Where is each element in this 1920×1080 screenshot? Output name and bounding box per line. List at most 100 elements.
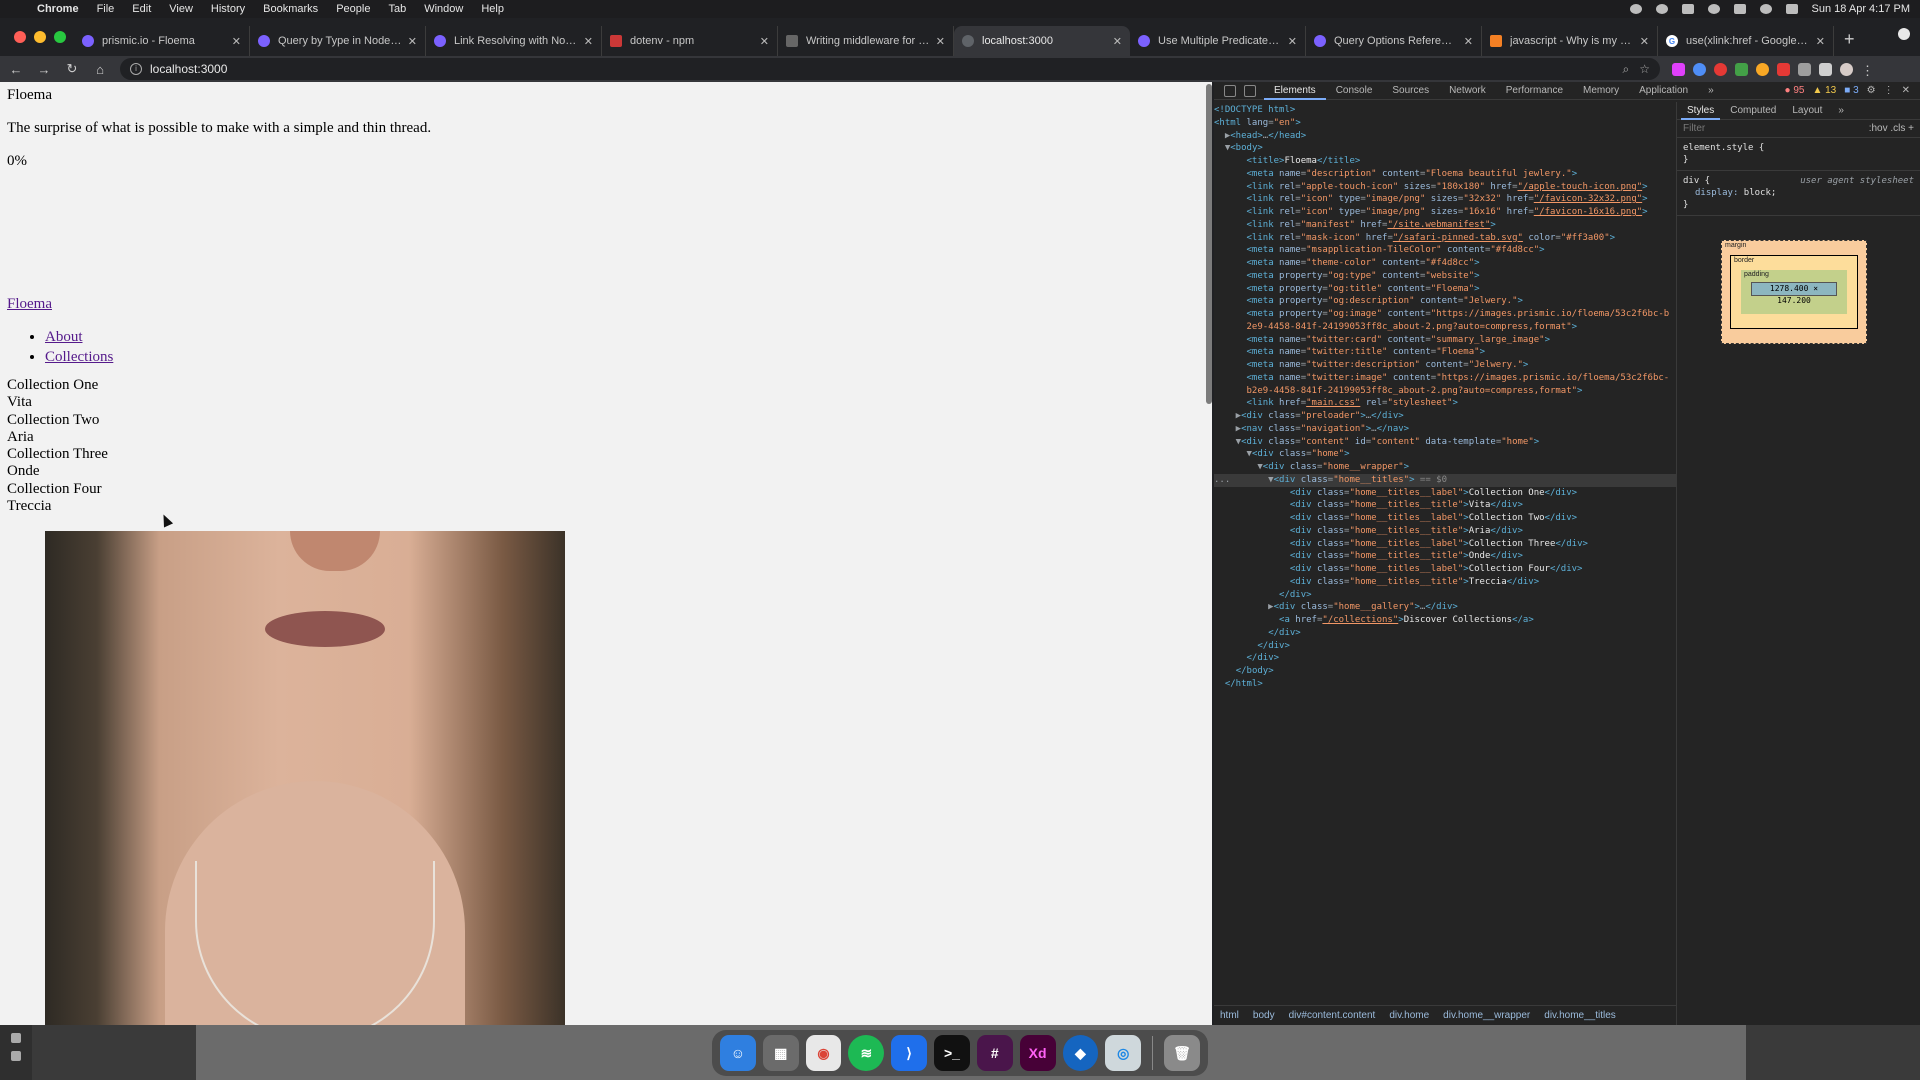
close-devtools-icon[interactable]: ✕ <box>1902 85 1910 96</box>
dom-line[interactable]: <div class="home__titles__label">Collect… <box>1214 563 1676 576</box>
dom-line[interactable]: <a href="/collections">Discover Collecti… <box>1214 614 1676 627</box>
menu-file[interactable]: File <box>97 3 115 15</box>
dom-line[interactable]: <link rel="manifest" href="/site.webmani… <box>1214 219 1676 232</box>
menu-app-name[interactable]: Chrome <box>37 3 79 15</box>
browser-tab[interactable]: Query by Type in Node.js - Pr ✕ <box>250 26 426 56</box>
tab-performance[interactable]: Performance <box>1496 82 1573 100</box>
dom-line[interactable]: <div class="home__titles__title">Onde</d… <box>1214 550 1676 563</box>
dom-line[interactable]: </div> <box>1214 652 1676 665</box>
vscode-icon[interactable]: ⟩ <box>891 1035 928 1071</box>
slack-icon[interactable]: # <box>976 1035 1013 1071</box>
launchpad-icon[interactable]: ▦ <box>762 1035 799 1071</box>
menu-window[interactable]: Window <box>424 3 463 15</box>
settings-gear-icon[interactable]: ⚙ <box>1867 85 1876 96</box>
extension-icon[interactable] <box>1714 62 1727 76</box>
battery-icon[interactable] <box>1733 4 1746 14</box>
search-icon[interactable] <box>1759 4 1772 14</box>
dom-line[interactable]: <meta name="theme-color" content="#f4d8c… <box>1214 257 1676 270</box>
menubar-clock[interactable]: Sun 18 Apr 4:17 PM <box>1812 3 1910 15</box>
dom-line[interactable]: <meta name="twitter:card" content="summa… <box>1214 334 1676 347</box>
close-tab-icon[interactable]: ✕ <box>1640 35 1649 48</box>
warning-count-badge[interactable]: ▲ 13 <box>1812 85 1836 96</box>
breadcrumb-item[interactable]: div.home__wrapper <box>1443 1010 1530 1021</box>
extension-icon[interactable] <box>1735 62 1748 76</box>
puzzle-icon[interactable] <box>1819 62 1832 76</box>
browser-tab[interactable]: dotenv - npm ✕ <box>602 26 778 56</box>
dom-line[interactable]: </div> <box>1214 640 1676 653</box>
tab-styles[interactable]: Styles <box>1681 102 1721 120</box>
breadcrumb-item[interactable]: div.home <box>1389 1010 1429 1021</box>
page-scrollbar[interactable] <box>1206 84 1212 404</box>
dom-line[interactable]: ▶<div class="preloader">…</div> <box>1214 410 1676 423</box>
filter-input[interactable]: Filter <box>1683 123 1705 134</box>
menu-help[interactable]: Help <box>481 3 504 15</box>
nav-link-collections[interactable]: Collections <box>45 349 113 365</box>
dom-line[interactable]: b2e9-4458-841f-24199053ff8c_about-2.png?… <box>1214 385 1676 398</box>
dom-line[interactable]: <div class="home__titles__label">Collect… <box>1214 487 1676 500</box>
breadcrumb-item[interactable]: body <box>1253 1010 1275 1021</box>
dom-tree[interactable]: <!DOCTYPE html> <html lang="en"> ▶<head>… <box>1214 102 1676 1002</box>
extension-icon[interactable] <box>1777 62 1790 76</box>
dom-line[interactable]: ▶<head>…</head> <box>1214 130 1676 143</box>
layers-icon[interactable] <box>11 1033 21 1043</box>
filter-controls[interactable]: :hov .cls + <box>1869 123 1914 134</box>
dom-line[interactable]: <link rel="icon" type="image/png" sizes=… <box>1214 193 1676 206</box>
close-tab-icon[interactable]: ✕ <box>584 35 593 48</box>
dom-line[interactable]: <!DOCTYPE html> <box>1214 104 1676 117</box>
dom-line[interactable]: <link rel="apple-touch-icon" sizes="180x… <box>1214 181 1676 194</box>
dom-line-selected[interactable]: ... ▼<div class="home__titles"> == $0 <box>1214 473 1676 487</box>
info-count-badge[interactable]: ■ 3 <box>1844 85 1858 96</box>
tab-search-icon[interactable] <box>1898 28 1910 40</box>
dom-line[interactable]: <meta property="og:image" content="https… <box>1214 308 1676 321</box>
dom-line[interactable]: ▼<div class="home__wrapper"> <box>1214 461 1676 474</box>
focus-icon[interactable] <box>1655 4 1668 14</box>
dom-line[interactable]: ▼<div class="content" id="content" data-… <box>1214 436 1676 449</box>
close-tab-icon[interactable]: ✕ <box>1464 35 1473 48</box>
browser-tab[interactable]: Writing middleware for use in ✕ <box>778 26 954 56</box>
menu-edit[interactable]: Edit <box>132 3 151 15</box>
nav-link-about[interactable]: About <box>45 329 83 345</box>
browser-tab[interactable]: prismic.io - Floema ✕ <box>74 26 250 56</box>
browser-tab[interactable]: javascript - Why is my middl ✕ <box>1482 26 1658 56</box>
dom-line[interactable]: <div class="home__titles__title">Treccia… <box>1214 576 1676 589</box>
close-tab-icon[interactable]: ✕ <box>408 35 417 48</box>
extension-icon[interactable] <box>1756 62 1769 76</box>
dom-line[interactable]: 2e9-4458-841f-24199053ff8c_about-2.png?a… <box>1214 321 1676 334</box>
breadcrumb-item[interactable]: div.home__titles <box>1544 1010 1616 1021</box>
menu-view[interactable]: View <box>169 3 193 15</box>
error-count-badge[interactable]: ● 95 <box>1784 85 1804 96</box>
close-window-button[interactable] <box>14 31 26 43</box>
tab-console[interactable]: Console <box>1326 82 1383 100</box>
dom-line[interactable]: </div> <box>1214 627 1676 640</box>
dom-line[interactable]: <meta property="og:title" content="Floem… <box>1214 283 1676 296</box>
address-url[interactable]: localhost:3000 <box>150 62 227 76</box>
dom-line[interactable]: <meta property="og:type" content="websit… <box>1214 270 1676 283</box>
devtools-menu-icon[interactable]: ⋮ <box>1884 85 1894 96</box>
breadcrumb-item[interactable]: div#content.content <box>1289 1010 1376 1021</box>
maps-pin-icon[interactable]: ◆ <box>1062 1035 1099 1071</box>
dom-line[interactable]: <meta name="twitter:title" content="Floe… <box>1214 346 1676 359</box>
close-tab-icon[interactable]: ✕ <box>936 35 945 48</box>
dom-line[interactable]: ▶<nav class="navigation">…</nav> <box>1214 423 1676 436</box>
dom-line[interactable]: <div class="home__titles__label">Collect… <box>1214 538 1676 551</box>
element-style-rule[interactable]: element.style { } <box>1677 138 1920 171</box>
tab-sources[interactable]: Sources <box>1382 82 1439 100</box>
minimize-window-button[interactable] <box>34 31 46 43</box>
dom-line[interactable]: ▼<div class="home"> <box>1214 448 1676 461</box>
browser-tab[interactable]: Link Resolving with Node.js - ✕ <box>426 26 602 56</box>
ua-style-rule[interactable]: div {user agent stylesheet display: bloc… <box>1677 171 1920 216</box>
tab-computed[interactable]: Computed <box>1724 102 1782 120</box>
browser-tab-active[interactable]: localhost:3000 ✕ <box>954 26 1130 56</box>
close-tab-icon[interactable]: ✕ <box>1288 35 1297 48</box>
close-tab-icon[interactable]: ✕ <box>1113 35 1122 48</box>
tab-memory[interactable]: Memory <box>1573 82 1629 100</box>
zoom-icon[interactable]: ⌕ <box>1623 62 1630 77</box>
browser-tab[interactable]: Guse(xlink:href - Google Searc ✕ <box>1658 26 1834 56</box>
avatar[interactable] <box>1840 62 1853 76</box>
close-tab-icon[interactable]: ✕ <box>232 35 241 48</box>
dom-line[interactable]: <link rel="icon" type="image/png" sizes=… <box>1214 206 1676 219</box>
styles-filter[interactable]: Filter :hov .cls + <box>1677 120 1920 138</box>
menu-history[interactable]: History <box>211 3 245 15</box>
dom-line[interactable]: <title>Floema</title> <box>1214 155 1676 168</box>
dom-line[interactable]: ▼<body> <box>1214 142 1676 155</box>
